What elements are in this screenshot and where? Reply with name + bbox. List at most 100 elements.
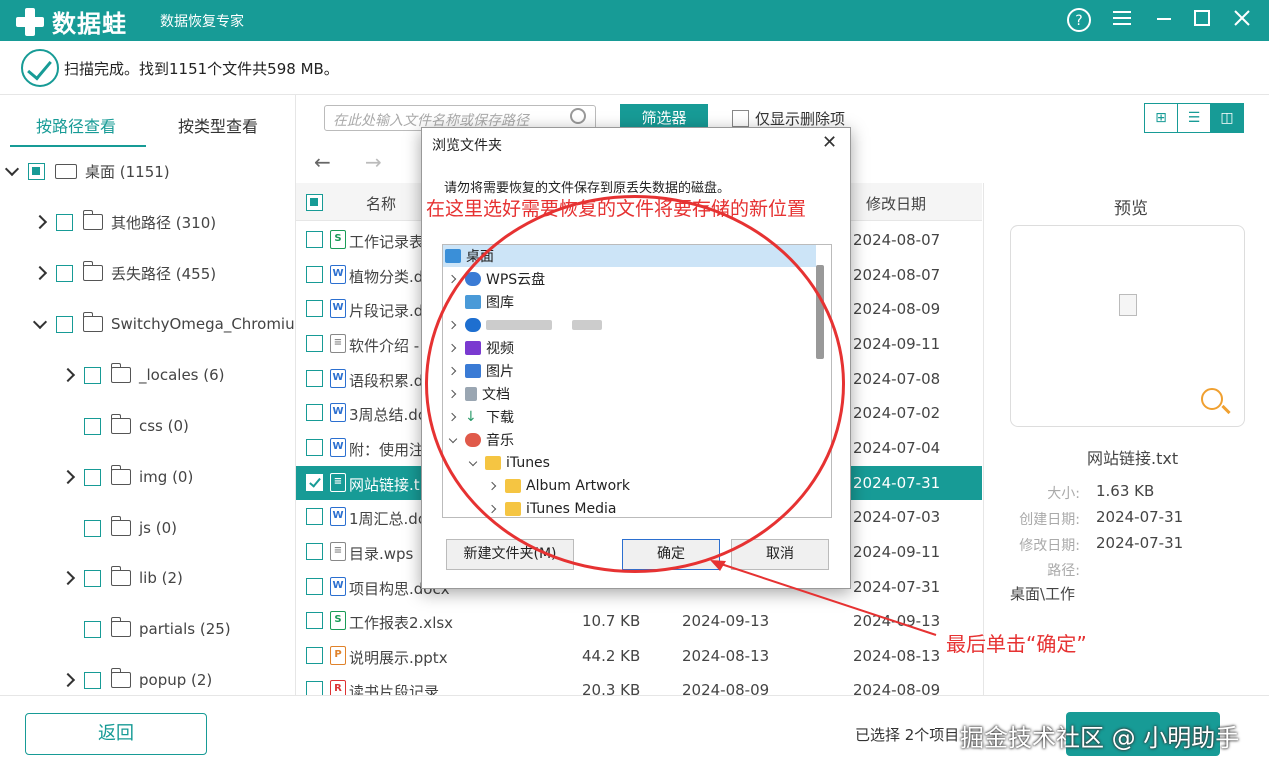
file-modified: 2024-08-07 [853, 266, 941, 284]
tree-item-js[interactable]: js (0) [84, 516, 177, 540]
folder-icon [83, 210, 103, 230]
file-size: 20.3 KB [582, 681, 641, 695]
chevron-down-icon[interactable] [34, 312, 46, 336]
forward-arrow-icon[interactable]: → [365, 150, 382, 174]
tree-label: img (0) [139, 468, 194, 486]
tree-item-partials[interactable]: partials (25) [84, 617, 231, 641]
close-icon[interactable] [1228, 7, 1256, 35]
help-icon[interactable]: ? [1065, 7, 1093, 35]
tree-label: css (0) [139, 417, 189, 435]
sheet-file-icon: S [330, 230, 346, 249]
tree-item-lost-paths[interactable]: 丢失路径 (455) [34, 261, 216, 285]
tree-item-lib[interactable]: lib (2) [62, 566, 183, 590]
word-file-icon: W [330, 403, 346, 422]
watermark: 掘金技术社区 @ 小明助手 [960, 724, 1240, 752]
only-deleted-checkbox[interactable]: 仅显示删除项 [732, 108, 845, 129]
word-file-icon: W [330, 507, 346, 526]
list-view-icon[interactable]: ☰ [1178, 104, 1211, 132]
tree-checkbox[interactable] [56, 213, 73, 231]
file-name: 工作记录表 [349, 233, 425, 251]
file-modified: 2024-07-03 [853, 508, 941, 526]
menu-icon[interactable] [1108, 7, 1136, 35]
minimize-icon[interactable] [1150, 7, 1178, 35]
file-size: 10.7 KB [582, 612, 641, 630]
scan-status-text: 扫描完成。找到1151个文件共598 MB。 [64, 60, 339, 78]
file-size: 44.2 KB [582, 647, 641, 665]
tree-checkbox[interactable] [84, 468, 101, 486]
file-modified: 2024-08-09 [853, 300, 941, 318]
chevron-right-icon[interactable] [62, 668, 74, 692]
word-file-icon: W [330, 299, 346, 318]
file-modified: 2024-09-11 [853, 335, 941, 353]
tree-checkbox[interactable] [84, 569, 101, 587]
maximize-icon[interactable] [1188, 7, 1216, 35]
row-checkbox[interactable] [306, 578, 323, 595]
chevron-right-icon[interactable] [34, 261, 46, 285]
text-file-icon: ≡ [330, 473, 346, 492]
magnify-icon[interactable] [1201, 388, 1223, 410]
row-checkbox[interactable] [306, 612, 323, 629]
row-checkbox[interactable] [306, 508, 323, 525]
word-file-icon: W [330, 265, 346, 284]
chevron-right-icon[interactable] [62, 363, 74, 387]
tree-checkbox[interactable] [28, 162, 45, 180]
row-checkbox[interactable] [306, 404, 323, 421]
table-row[interactable]: R 读书片段记录.... 20.3 KB 2024-08-09 2024-08-… [296, 673, 982, 695]
row-checkbox[interactable] [306, 543, 323, 560]
tab-by-type[interactable]: 按类型查看 [178, 113, 258, 137]
active-tab-indicator [10, 145, 146, 147]
tree-item-desktop[interactable]: 桌面 (1151) [6, 159, 170, 183]
tree-item-img[interactable]: img (0) [62, 465, 193, 489]
row-checkbox[interactable] [306, 300, 323, 317]
search-icon[interactable] [570, 108, 586, 124]
tree-checkbox[interactable] [84, 620, 101, 638]
row-checkbox[interactable] [306, 647, 323, 664]
detail-view-icon[interactable]: ◫ [1211, 104, 1243, 132]
row-checkbox[interactable] [306, 335, 323, 352]
preview-thumbnail [1010, 225, 1245, 427]
grid-view-icon[interactable]: ⊞ [1145, 104, 1178, 132]
chevron-right-icon[interactable] [62, 465, 74, 489]
tree-item-locales[interactable]: _locales (6) [62, 363, 225, 387]
row-checkbox[interactable] [306, 370, 323, 387]
tree-item-other-paths[interactable]: 其他路径 (310) [34, 210, 216, 234]
path-label: 路径: [1047, 563, 1080, 579]
left-panel: 按路径查看 按类型查看 桌面 (1151) 其他路径 (310) 丢失路径 (4… [0, 95, 296, 695]
row-checkbox[interactable] [306, 681, 323, 695]
row-checkbox[interactable] [306, 231, 323, 248]
tree-checkbox[interactable] [84, 366, 101, 384]
checkbox-box[interactable] [732, 110, 749, 127]
monitor-icon [55, 163, 77, 179]
file-created: 2024-08-13 [682, 647, 770, 665]
row-checkbox[interactable] [306, 474, 323, 491]
preview-title: 预览 [1114, 199, 1148, 219]
tree-checkbox[interactable] [56, 264, 73, 282]
chevron-right-icon[interactable] [34, 210, 46, 234]
tree-item-css[interactable]: css (0) [84, 414, 189, 438]
chevron-down-icon[interactable] [6, 159, 18, 183]
row-checkbox[interactable] [306, 439, 323, 456]
folder-icon [111, 516, 131, 536]
chevron-right-icon[interactable] [62, 566, 74, 590]
row-checkbox[interactable] [306, 266, 323, 283]
select-all-checkbox[interactable] [306, 194, 323, 211]
file-name: 语段积累.d [349, 372, 424, 390]
tree-checkbox[interactable] [84, 417, 101, 435]
column-modified-header[interactable]: 修改日期 [866, 193, 926, 214]
app-name: 数据蛙 [52, 10, 127, 38]
tree-item-switchyomega[interactable]: SwitchyOmega_Chromium [34, 312, 295, 336]
tree-label: js (0) [139, 519, 177, 537]
back-arrow-icon[interactable]: ← [314, 150, 331, 174]
tree-checkbox[interactable] [56, 315, 73, 333]
tab-by-path[interactable]: 按路径查看 [36, 113, 116, 137]
annotation-arrow [710, 560, 937, 636]
back-button[interactable]: 返回 [25, 713, 207, 755]
file-modified: 2024-07-04 [853, 439, 941, 457]
tree-checkbox[interactable] [84, 671, 101, 689]
tree-checkbox[interactable] [84, 519, 101, 537]
created-label: 创建日期: [1019, 512, 1080, 528]
dialog-close-icon[interactable]: ✕ [822, 132, 837, 153]
text-file-icon: ≡ [330, 542, 346, 561]
tree-item-popup[interactable]: popup (2) [62, 668, 212, 692]
column-name-header[interactable]: 名称 [366, 193, 396, 214]
